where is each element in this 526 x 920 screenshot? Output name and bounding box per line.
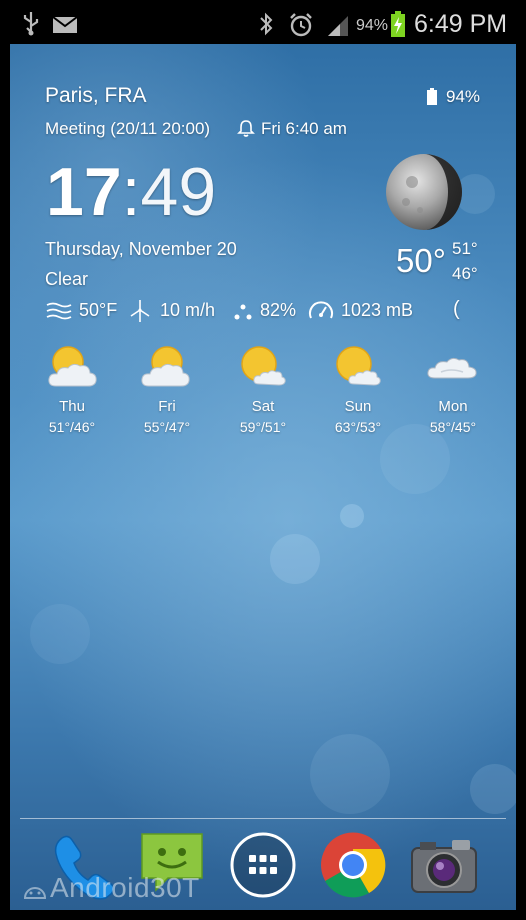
battery-charging-icon bbox=[391, 11, 405, 37]
widget-battery-percent: 94% bbox=[446, 87, 481, 106]
forecast-day[interactable]: Sun 63°/53° bbox=[313, 342, 403, 435]
forecast-day-name: Sun bbox=[344, 398, 372, 415]
location-label[interactable]: Paris, FRA bbox=[45, 84, 147, 108]
forecast-day[interactable]: Sat 59°/51° bbox=[218, 342, 308, 435]
wind-value: 10 m/h bbox=[160, 300, 216, 320]
dock-divider bbox=[20, 818, 506, 819]
forecast-day-temps: 55°/47° bbox=[143, 419, 191, 435]
bluetooth-icon bbox=[260, 12, 273, 36]
status-time: 6:49 PM bbox=[414, 10, 508, 38]
forecast-day-name: Sat bbox=[251, 398, 275, 415]
forecast-day-temps: 63°/53° bbox=[334, 419, 382, 435]
status-bar: 94% 6:49 PM bbox=[0, 0, 526, 44]
forecast-day-temps: 59°/51° bbox=[239, 419, 287, 435]
pressure-gauge-icon bbox=[309, 301, 333, 319]
alarm-label[interactable]: Fri 6:40 am bbox=[261, 119, 347, 139]
clock-hours: 17 bbox=[46, 154, 122, 230]
alarm-icon bbox=[290, 13, 312, 37]
camera-icon[interactable] bbox=[408, 834, 480, 896]
chrome-icon[interactable] bbox=[319, 831, 387, 899]
app-drawer-icon[interactable] bbox=[229, 831, 297, 899]
clock-time[interactable]: 17:49 bbox=[46, 152, 216, 232]
mostly-sunny-icon bbox=[233, 342, 293, 392]
watermark-logo: Android30T bbox=[22, 872, 200, 904]
clock-separator: : bbox=[121, 154, 141, 230]
partly-cloudy-icon bbox=[137, 342, 197, 392]
forecast-day[interactable]: Thu 51°/46° bbox=[27, 342, 117, 435]
extra-indicator: ( bbox=[453, 298, 460, 320]
condition-label: Clear bbox=[45, 269, 89, 289]
humidity-drops-icon bbox=[234, 304, 252, 320]
bell-icon bbox=[237, 120, 255, 137]
battery-icon bbox=[427, 88, 437, 105]
high-temp: 51° bbox=[452, 239, 478, 258]
status-battery-percent: 94% bbox=[356, 17, 389, 34]
android-logo-icon bbox=[23, 887, 47, 899]
cloudy-icon bbox=[423, 342, 483, 392]
forecast-day-temps: 51°/46° bbox=[48, 419, 96, 435]
date-label[interactable]: Thursday, November 20 bbox=[45, 239, 237, 260]
home-screen: Paris, FRA 94% Meeting (20/11 20:00) Fri… bbox=[10, 44, 516, 910]
fog-feels-like-icon bbox=[46, 302, 72, 320]
moon-phase-icon[interactable] bbox=[384, 152, 464, 232]
clock-minutes: 49 bbox=[140, 154, 217, 230]
forecast-day-name: Mon bbox=[438, 398, 468, 415]
current-temp[interactable]: 50° bbox=[396, 242, 446, 280]
forecast-day-temps: 58°/45° bbox=[429, 419, 477, 435]
pressure-value: 1023 mB bbox=[341, 300, 414, 320]
forecast-day[interactable]: Fri 55°/47° bbox=[122, 342, 212, 435]
watermark-text: Android30T bbox=[50, 872, 200, 903]
usb-icon bbox=[23, 12, 39, 36]
forecast-day-name: Fri bbox=[158, 398, 176, 415]
low-temp: 46° bbox=[452, 264, 478, 283]
signal-icon bbox=[328, 16, 348, 36]
humidity-value: 82% bbox=[260, 300, 297, 320]
mostly-sunny-icon bbox=[328, 342, 388, 392]
partly-cloudy-icon bbox=[42, 342, 102, 392]
wind-turbine-icon bbox=[130, 300, 150, 322]
feels-like-value: 50°F bbox=[79, 300, 118, 320]
forecast-day-name: Thu bbox=[59, 398, 85, 415]
next-event-label[interactable]: Meeting (20/11 20:00) bbox=[45, 119, 210, 139]
forecast-day[interactable]: Mon 58°/45° bbox=[408, 342, 498, 435]
mail-icon bbox=[52, 16, 78, 33]
